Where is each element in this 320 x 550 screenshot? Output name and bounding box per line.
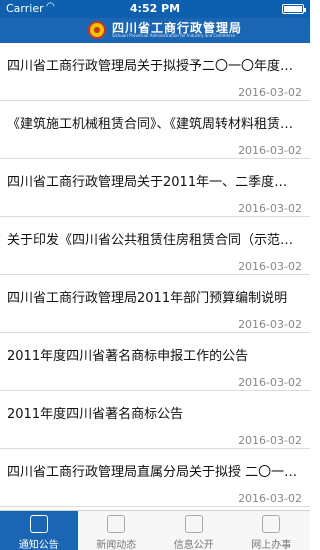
list-item[interactable]: 2011年度四川省著名商标申报工作的公告 2016-03-02 — [0, 333, 310, 391]
list-item-date: 2016-03-02 — [238, 492, 302, 505]
tab-info[interactable]: 信息公开 — [155, 511, 233, 550]
list-item-date: 2016-03-02 — [238, 376, 302, 389]
info-icon — [184, 515, 203, 533]
list-item-date: 2016-03-02 — [238, 318, 302, 331]
list-item-date: 2016-03-02 — [238, 260, 302, 273]
list-item[interactable]: 2011年度四川省著名商标公告 2016-03-02 — [0, 391, 310, 449]
tab-news[interactable]: 新闻动态 — [78, 511, 156, 550]
list-item[interactable]: 关于印发《四川省公共租赁住房租赁合同（示范文本… 2016-03-02 — [0, 217, 310, 275]
header-subtitle: Sichuan Provincial Administration for In… — [112, 33, 236, 38]
list-item-date: 2016-03-02 — [238, 144, 302, 157]
notice-icon — [29, 515, 48, 533]
notice-list: 四川省工商行政管理局关于拟授予二〇一〇年度省级… 2016-03-02 《建筑施… — [0, 43, 310, 510]
list-item-title: 2011年度四川省著名商标公告 — [7, 407, 184, 422]
tab-online-services[interactable]: 网上办事 — [233, 511, 311, 550]
list-item-title: 四川省工商行政管理局关于拟授予二〇一〇年度省级… — [7, 59, 300, 74]
list-item-title: 四川省工商行政管理局关于2011年一、二季度流通领… — [7, 175, 300, 190]
list-item[interactable]: 四川省工商行政管理局关于2011年一、二季度流通领… 2016-03-02 — [0, 159, 310, 217]
battery-icon — [282, 4, 306, 14]
tab-label: 新闻动态 — [96, 540, 137, 550]
online-service-icon — [262, 515, 281, 533]
tab-label: 网上办事 — [251, 540, 292, 550]
tab-notices[interactable]: 通知公告 — [0, 511, 78, 550]
list-item[interactable]: 四川省工商行政管理局2011年部门预算编制说明 2016-03-02 — [0, 275, 310, 333]
list-item[interactable]: 四川省工商行政管理局关于拟授予二〇一〇年度省级… 2016-03-02 — [0, 43, 310, 101]
list-item-date: 2016-03-02 — [238, 86, 302, 99]
list-item-title: 关于印发《四川省公共租赁住房租赁合同（示范文本… — [7, 233, 300, 248]
tab-label: 信息公开 — [173, 540, 214, 550]
list-item-title: 四川省工商行政管理局2011年部门预算编制说明 — [7, 291, 288, 306]
tab-bar: 通知公告 新闻动态 信息公开 网上办事 — [0, 510, 310, 550]
app-header: 四川省工商行政管理局 Sichuan Provincial Administra… — [0, 18, 310, 43]
list-item-title: 2011年度四川省著名商标申报工作的公告 — [7, 349, 249, 364]
list-item-date: 2016-03-02 — [238, 202, 302, 215]
tab-label: 通知公告 — [18, 540, 59, 550]
emblem-icon — [88, 21, 106, 39]
list-item[interactable]: 四川省工商行政管理局直属分局关于拟授 二〇一〇… 2016-03-02 — [0, 449, 310, 507]
status-time: 4:52 PM — [129, 2, 181, 15]
status-bar: Carrier ◠ 4:52 PM — [0, 0, 310, 18]
news-icon — [107, 515, 126, 533]
list-item-date: 2016-03-02 — [238, 434, 302, 447]
list-item-title: 《建筑施工机械租赁合同》、《建筑周转材料租赁合… — [7, 117, 300, 132]
list-item[interactable]: 《建筑施工机械租赁合同》、《建筑周转材料租赁合… 2016-03-02 — [0, 101, 310, 159]
list-item-title: 四川省工商行政管理局直属分局关于拟授 二〇一〇… — [7, 465, 300, 480]
